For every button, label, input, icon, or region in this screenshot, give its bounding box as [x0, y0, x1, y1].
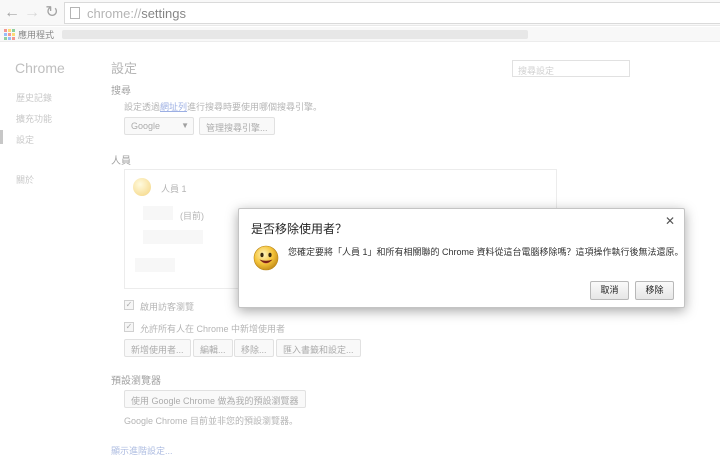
close-icon[interactable]: ✕	[665, 214, 675, 228]
dialog-title: 是否移除使用者？	[251, 222, 348, 236]
dialog-message: 您確定要將「人員 1」和所有相關聯的 Chrome 資料從這台電腦移除嗎？這項操…	[288, 247, 684, 257]
remove-button[interactable]: 移除	[635, 281, 674, 300]
cancel-button[interactable]: 取消	[590, 281, 629, 300]
smiley-avatar-icon	[253, 245, 279, 271]
remove-user-dialog: 是否移除使用者？ ✕ 您確定要將「人員 1」和所有相關聯的 Chrome 資料從…	[238, 208, 685, 308]
